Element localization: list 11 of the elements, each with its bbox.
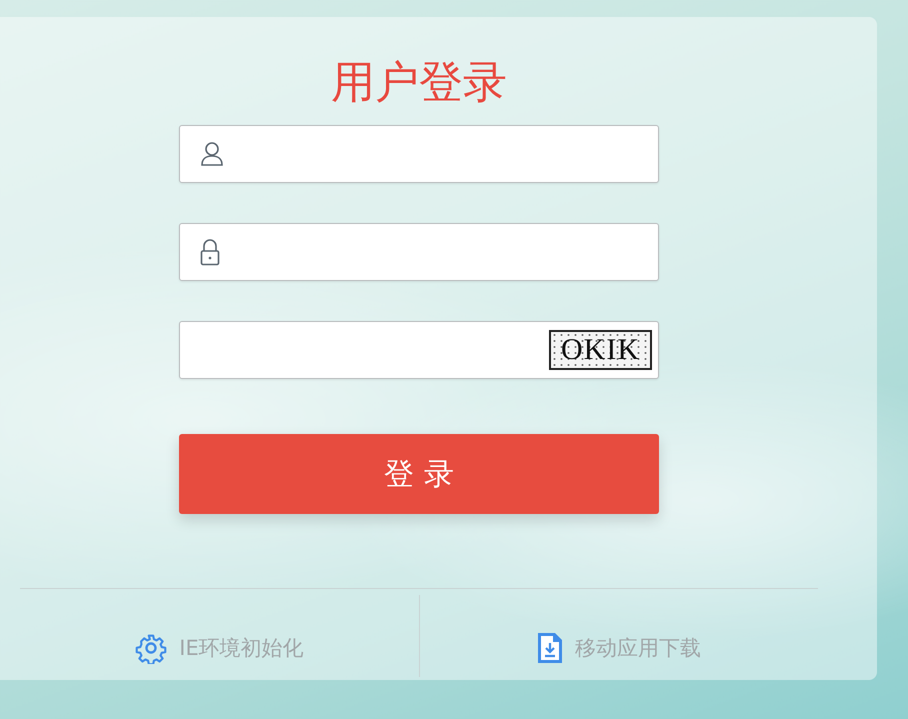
input-field[interactable]: OKIK (179, 321, 659, 379)
login-button[interactable]: 登 录 (179, 434, 659, 514)
file-download-icon (537, 632, 563, 664)
captcha-image[interactable]: OKIK (549, 330, 652, 370)
settings-icon (135, 632, 168, 664)
lock-icon (200, 238, 220, 266)
user-icon (200, 141, 224, 167)
input-field[interactable] (179, 125, 659, 183)
input-field[interactable] (179, 223, 659, 281)
footer-link[interactable]: IE环境初始化 (179, 634, 304, 662)
login-title: 用户登录 (330, 56, 508, 110)
